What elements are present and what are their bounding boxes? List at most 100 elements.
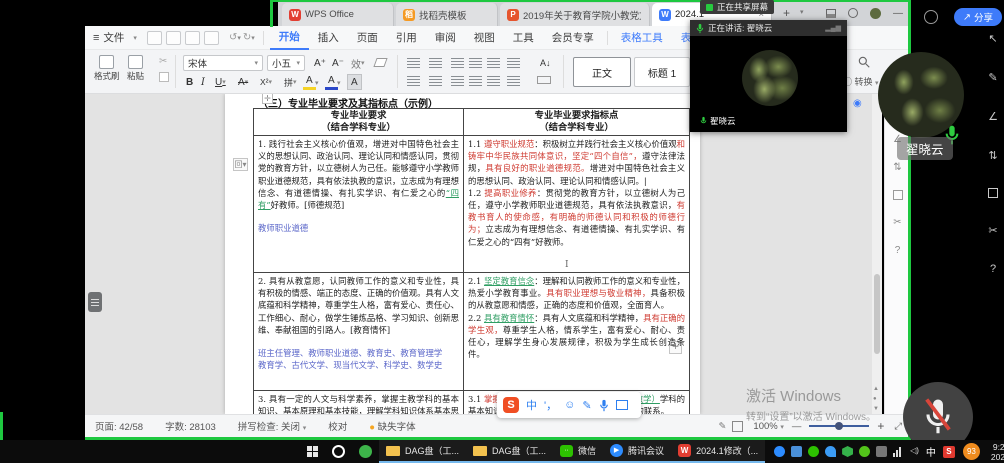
tab-presentation-doc[interactable]: P 2019年关于教育学院小教党文部件	[500, 3, 650, 26]
strikethrough-button[interactable]: A▾	[235, 74, 251, 90]
fit-page-icon[interactable]	[732, 421, 743, 432]
taskbar-clock[interactable]: 9:21 周六 2024/1/20	[991, 442, 1004, 462]
tray-wechat-icon[interactable]	[808, 446, 819, 457]
copy-icon[interactable]	[159, 72, 169, 82]
clip-tool-icon[interactable]: ✂	[893, 217, 901, 228]
tray-meeting-icon[interactable]	[774, 446, 785, 457]
page-margin-widget[interactable]: 回▾	[233, 158, 248, 171]
align-center-icon[interactable]	[429, 76, 442, 86]
shape-tool-icon[interactable]: ∠	[988, 110, 998, 123]
style-heading1[interactable]: 标题 1	[634, 57, 690, 87]
proofread-button[interactable]: 校对	[328, 419, 347, 433]
text-effects-button[interactable]: 效▾	[348, 55, 368, 71]
taskbar-green-app-button[interactable]	[352, 440, 379, 463]
convert-button[interactable]: ◯ 转换 ▾	[843, 75, 879, 88]
phonetic-guide-button[interactable]: 拼▾	[281, 74, 300, 90]
format-painter-button[interactable]: 格式刷	[90, 53, 124, 84]
account-avatar[interactable]	[870, 8, 881, 19]
document-page[interactable]: （三）专业毕业要求及其指标点（示例） ✛ 回▾ + I 专业毕业要求（结合学科专…	[225, 94, 700, 414]
virtual-keyboard-icon[interactable]	[616, 400, 628, 410]
menu-tab-reference[interactable]: 引用	[387, 26, 426, 50]
align-left-icon[interactable]	[407, 76, 420, 86]
page-indicator[interactable]: 页面: 42/58	[95, 419, 143, 433]
menu-tab-tools[interactable]: 工具	[504, 26, 543, 50]
file-menu[interactable]: 文件	[99, 26, 133, 50]
tab-list-chevron-icon[interactable]: ▾	[800, 8, 804, 16]
superscript-button[interactable]: X²▾	[257, 74, 275, 90]
style-normal[interactable]: 正文	[573, 57, 631, 87]
missing-font-warning[interactable]: ● 缺失字体	[369, 419, 415, 433]
decrease-indent-icon[interactable]	[451, 58, 464, 68]
redo-icon[interactable]: ↻▾	[243, 32, 255, 43]
char-shading-button[interactable]: A	[347, 74, 362, 90]
bullet-list-icon[interactable]	[407, 58, 420, 68]
tray-window-icon[interactable]	[791, 446, 802, 457]
increase-indent-icon[interactable]	[469, 58, 482, 68]
menu-tab-table-tools[interactable]: 表格工具	[612, 26, 672, 50]
menu-tab-review[interactable]: 审阅	[426, 26, 465, 50]
clear-format-icon[interactable]	[373, 58, 387, 67]
location-pin-icon[interactable]: ◉	[853, 98, 862, 109]
word-count[interactable]: 字数: 28103	[165, 419, 216, 433]
bold-button[interactable]: B	[183, 74, 196, 90]
taskbar-sogou-button[interactable]	[325, 440, 352, 463]
menu-tab-page[interactable]: 页面	[348, 26, 387, 50]
sogou-logo-icon[interactable]: S	[503, 397, 519, 413]
sort-button[interactable]: A↓	[537, 55, 554, 71]
chinese-mode-icon[interactable]: 中	[526, 397, 537, 413]
line-spacing-icon[interactable]	[507, 58, 520, 68]
meeting-settings-icon[interactable]	[924, 10, 938, 24]
tray-plus-icon[interactable]	[859, 446, 870, 457]
emoji-icon[interactable]: ☺	[564, 399, 575, 411]
help-icon[interactable]: ?	[895, 245, 901, 256]
vertical-scrollbar[interactable]: ▲ ● ▼	[872, 94, 882, 414]
print-icon[interactable]	[185, 31, 200, 45]
edit-mode-icon[interactable]: ✎	[718, 421, 726, 432]
minimize-button[interactable]: —	[893, 8, 903, 19]
taskbar-wps-button[interactable]: W 2024.1修改（...	[671, 440, 765, 463]
menu-tab-member[interactable]: 会员专享	[543, 26, 603, 50]
new-tab-button[interactable]: +	[783, 6, 790, 20]
handwriting-icon[interactable]: ✎	[582, 399, 591, 412]
wifi-icon[interactable]	[893, 446, 904, 457]
performance-badge[interactable]: 93	[963, 443, 980, 460]
text-direction-icon[interactable]	[487, 58, 500, 68]
tab-docer-templates[interactable]: 稻 找稻壳模板	[396, 3, 498, 26]
increase-font-button[interactable]: A⁺	[311, 55, 329, 71]
zoom-slider-handle[interactable]	[835, 422, 843, 430]
italic-button[interactable]: I	[198, 74, 208, 90]
menu-tab-view[interactable]: 视图	[465, 26, 504, 50]
file-menu-chevron-icon[interactable]: ▾	[133, 34, 137, 42]
underline-button[interactable]: U▾	[212, 74, 229, 90]
save-icon[interactable]	[147, 31, 162, 45]
tray-cloud-icon[interactable]	[825, 446, 836, 457]
scrollbar-thumb[interactable]	[874, 274, 880, 354]
tray-shield-icon[interactable]	[842, 446, 853, 457]
pen-tool-icon[interactable]: ✎	[988, 71, 997, 84]
cursor-tool-icon[interactable]: ↖	[988, 32, 997, 45]
undo-icon[interactable]: ↺▾	[229, 32, 241, 43]
more-tool-icon[interactable]: ?	[990, 263, 996, 275]
spellcheck-status[interactable]: 拼写检查: 关闭 ▾	[238, 419, 306, 433]
chart-tool-icon[interactable]	[893, 190, 903, 200]
menu-tab-insert[interactable]: 插入	[309, 26, 348, 50]
tray-device-icon[interactable]	[876, 446, 887, 457]
reading-layout-icon[interactable]	[826, 9, 836, 18]
tab-wps-home[interactable]: W WPS Office	[282, 3, 394, 26]
desktop-floating-widget[interactable]	[88, 292, 102, 312]
zoom-slider[interactable]	[809, 425, 869, 427]
board-tool-icon[interactable]	[988, 188, 998, 198]
highlight-chevron-icon[interactable]: ▾	[315, 79, 319, 87]
search-icon[interactable]	[857, 55, 871, 69]
font-name-select[interactable]: 宋体▾	[183, 55, 263, 71]
output-icon[interactable]	[166, 31, 181, 45]
taskbar-folder2-button[interactable]: DAG盘（工...	[466, 440, 553, 463]
zoom-in-button[interactable]: +	[877, 419, 884, 433]
voice-input-icon[interactable]	[599, 399, 609, 412]
fullscreen-icon[interactable]: ⤢	[894, 421, 902, 432]
punctuation-icon[interactable]: '，	[544, 397, 557, 413]
meeting-share-button[interactable]: ↗ 分享	[954, 8, 1002, 26]
start-button[interactable]	[300, 440, 325, 463]
font-color-button[interactable]: A	[325, 74, 338, 90]
globe-icon[interactable]	[848, 8, 858, 18]
